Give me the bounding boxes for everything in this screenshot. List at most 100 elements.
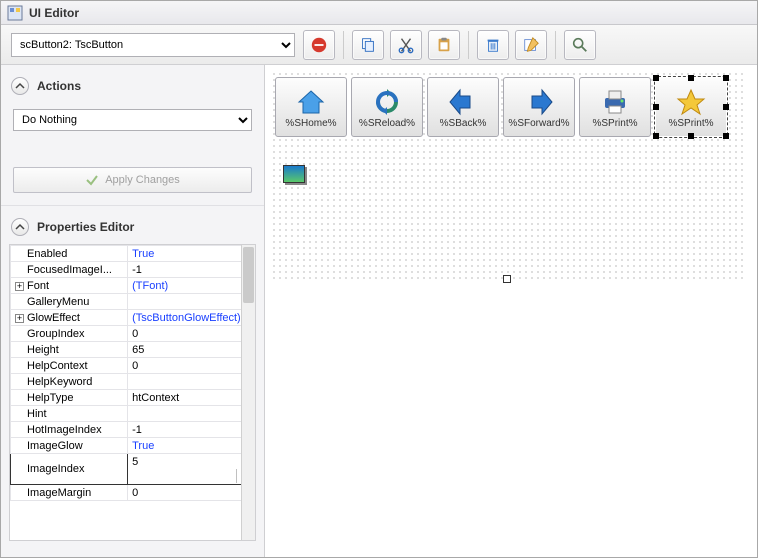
design-button[interactable]: %SReload% xyxy=(351,77,423,137)
property-grid[interactable]: EnabledTrueFocusedImageI...-1+Font(TFont… xyxy=(9,244,256,541)
property-name: ImageGlow xyxy=(11,438,128,454)
property-name: ImageIndex xyxy=(11,454,128,485)
property-value[interactable]: 0 xyxy=(128,358,255,374)
property-row[interactable]: +Font(TFont) xyxy=(11,278,255,294)
content: Actions Do Nothing Apply Changes xyxy=(1,65,757,557)
property-row[interactable]: EnabledTrue xyxy=(11,246,255,262)
property-name: HelpType xyxy=(11,390,128,406)
cut-button[interactable] xyxy=(390,30,422,60)
property-name: HotImageIndex xyxy=(11,422,128,438)
design-button-label: %SBack% xyxy=(440,118,487,129)
property-value[interactable]: -1 xyxy=(128,262,255,278)
property-row[interactable]: FocusedImageI...-1 xyxy=(11,262,255,278)
component-selector[interactable]: scButton2: TscButton xyxy=(11,33,295,57)
expand-icon[interactable]: + xyxy=(15,282,24,291)
property-row[interactable]: ImageGlowTrue xyxy=(11,438,255,454)
stop-button[interactable] xyxy=(303,30,335,60)
zoom-button[interactable] xyxy=(564,30,596,60)
apply-label: Apply Changes xyxy=(105,174,180,186)
property-value[interactable]: 0 xyxy=(128,326,255,342)
property-row[interactable]: Hint xyxy=(11,406,255,422)
home-icon xyxy=(296,86,326,118)
design-button-label: %SPrint% xyxy=(592,118,637,129)
scrollbar[interactable] xyxy=(241,245,255,540)
selection-handle[interactable] xyxy=(688,75,694,81)
image-placeholder[interactable] xyxy=(283,165,305,183)
titlebar: UI Editor xyxy=(1,1,757,25)
separator xyxy=(555,31,556,59)
design-button[interactable]: %SHome% xyxy=(275,77,347,137)
ui-editor-window: UI Editor scButton2: TscButton Actions xyxy=(0,0,758,558)
property-name: Hint xyxy=(11,406,128,422)
design-button[interactable]: %SBack% xyxy=(427,77,499,137)
apply-wrap: Apply Changes xyxy=(1,137,264,197)
property-value[interactable]: True xyxy=(128,246,255,262)
property-name: Height xyxy=(11,342,128,358)
selection-handle[interactable] xyxy=(653,104,659,110)
property-table: EnabledTrueFocusedImageI...-1+Font(TFont… xyxy=(10,245,255,501)
selection-handle[interactable] xyxy=(723,75,729,81)
copy-button[interactable] xyxy=(352,30,384,60)
property-row[interactable]: HelpKeyword xyxy=(11,374,255,390)
property-name: +Font xyxy=(11,278,128,294)
delete-button[interactable] xyxy=(477,30,509,60)
design-button[interactable]: %SPrint% xyxy=(579,77,651,137)
edit-button[interactable] xyxy=(515,30,547,60)
property-name: FocusedImageI... xyxy=(11,262,128,278)
reload-icon xyxy=(372,86,402,118)
window-title: UI Editor xyxy=(29,6,79,20)
property-name: ImageMargin xyxy=(11,485,128,501)
selection-handle[interactable] xyxy=(653,133,659,139)
property-row[interactable]: HelpContext0 xyxy=(11,358,255,374)
chevron-up-icon xyxy=(11,77,29,95)
actions-select[interactable]: Do Nothing xyxy=(13,109,252,131)
properties-header[interactable]: Properties Editor xyxy=(1,214,264,240)
property-value[interactable] xyxy=(128,406,255,422)
property-value[interactable]: 0 xyxy=(128,485,255,501)
properties-title: Properties Editor xyxy=(37,220,134,234)
property-value[interactable]: 65 xyxy=(128,342,255,358)
property-value[interactable]: -1 xyxy=(128,422,255,438)
actions-header[interactable]: Actions xyxy=(1,73,264,99)
expand-icon[interactable]: + xyxy=(15,314,24,323)
design-button-label: %SPrint% xyxy=(668,118,713,129)
design-canvas[interactable]: %SHome% %SReload% %SBack% %SForward% %SPrint… xyxy=(265,65,757,557)
paste-button[interactable] xyxy=(428,30,460,60)
actions-body: Do Nothing xyxy=(1,99,264,137)
scrollbar-thumb[interactable] xyxy=(243,247,254,303)
property-value[interactable]: htContext xyxy=(128,390,255,406)
property-row[interactable]: +GlowEffect(TscButtonGlowEffect) xyxy=(11,310,255,326)
design-surface[interactable]: %SHome% %SReload% %SBack% %SForward% %SPrint… xyxy=(271,71,745,279)
property-value[interactable]: (TFont) xyxy=(128,278,255,294)
resize-handle[interactable] xyxy=(503,275,511,283)
button-row: %SHome% %SReload% %SBack% %SForward% %SPrint… xyxy=(271,71,745,143)
design-button[interactable]: %SPrint% xyxy=(655,77,727,137)
design-button-label: %SForward% xyxy=(508,118,569,129)
property-name: GroupIndex xyxy=(11,326,128,342)
separator xyxy=(468,31,469,59)
property-input[interactable] xyxy=(132,455,250,469)
design-button-label: %SHome% xyxy=(285,118,336,129)
property-row[interactable]: ImageIndex xyxy=(11,454,255,485)
property-row[interactable]: GroupIndex0 xyxy=(11,326,255,342)
print-icon xyxy=(600,86,630,118)
selection-handle[interactable] xyxy=(653,75,659,81)
actions-panel: Actions Do Nothing Apply Changes xyxy=(1,65,264,206)
selection-handle[interactable] xyxy=(723,104,729,110)
design-button[interactable]: %SForward% xyxy=(503,77,575,137)
property-row[interactable]: GalleryMenu xyxy=(11,294,255,310)
selection-handle[interactable] xyxy=(723,133,729,139)
property-row[interactable]: ImageMargin0 xyxy=(11,485,255,501)
property-name: HelpContext xyxy=(11,358,128,374)
property-value[interactable] xyxy=(128,374,255,390)
property-value[interactable] xyxy=(128,294,255,310)
property-name: HelpKeyword xyxy=(11,374,128,390)
property-value[interactable] xyxy=(128,454,255,485)
property-value[interactable]: True xyxy=(128,438,255,454)
apply-changes-button[interactable]: Apply Changes xyxy=(13,167,252,193)
property-row[interactable]: HotImageIndex-1 xyxy=(11,422,255,438)
selection-handle[interactable] xyxy=(688,133,694,139)
property-row[interactable]: Height65 xyxy=(11,342,255,358)
property-row[interactable]: HelpTypehtContext xyxy=(11,390,255,406)
property-value[interactable]: (TscButtonGlowEffect) xyxy=(128,310,255,326)
